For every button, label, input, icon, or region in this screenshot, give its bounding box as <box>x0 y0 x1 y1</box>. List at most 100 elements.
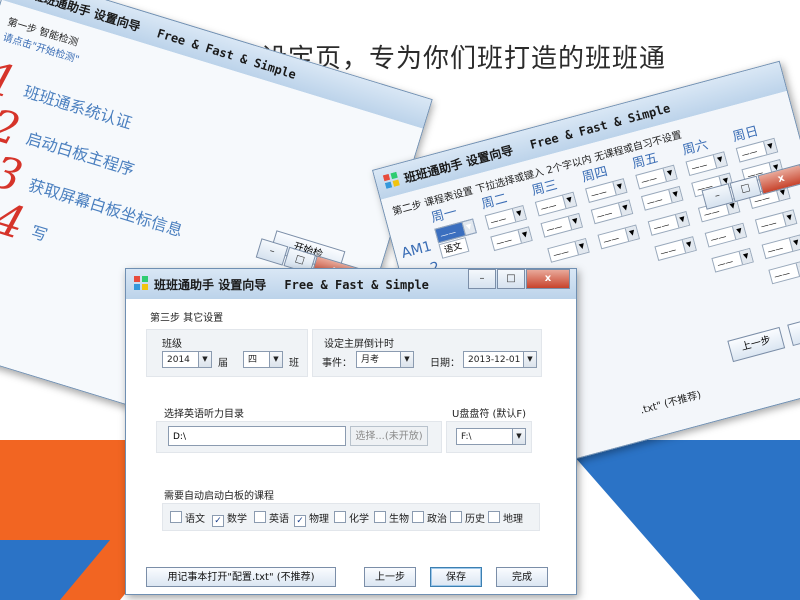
course-checkbox[interactable]: 地理 <box>488 510 523 525</box>
finish-button[interactable]: 完成 <box>496 567 548 587</box>
course-checkbox[interactable]: 语文 <box>170 510 205 525</box>
checkbox-box <box>254 511 266 523</box>
course-select[interactable]: —— ▼ <box>590 199 634 225</box>
checkmark-icon: ✓ <box>212 515 224 527</box>
course-name: 英语 <box>269 514 289 525</box>
course-checkbox[interactable]: 政治 <box>412 510 447 525</box>
title-bar[interactable]: 班班通助手 设置向导 Free & Fast & Simple – □ x <box>126 269 576 299</box>
maximize-button[interactable]: □ <box>497 269 525 289</box>
chevron-down-icon: ▼ <box>731 223 746 240</box>
chevron-down-icon: ▼ <box>517 227 532 243</box>
course-checkbox[interactable]: ✓ 数学 <box>212 510 247 527</box>
prev-step-button[interactable]: 上一步 <box>364 567 416 587</box>
chevron-down-icon: ▼ <box>511 206 526 222</box>
chevron-down-icon: ▼ <box>788 235 800 251</box>
chevron-down-icon: ▼ <box>400 352 413 367</box>
countdown-label: 设定主屏倒计时 <box>324 339 394 350</box>
open-config-notepad-button[interactable]: 用记事本打开"配置.txt" (不推荐) <box>146 567 336 587</box>
course-select[interactable]: ——▼ <box>754 209 798 235</box>
year-value: 2014 <box>167 355 190 365</box>
course-checkbox[interactable]: ✓ 物理 <box>294 510 329 527</box>
chevron-down-icon: ▼ <box>574 239 589 255</box>
year-select[interactable]: 2014 ▼ <box>162 351 212 368</box>
cell-value: —— <box>716 256 735 270</box>
wizard-label: 设置向导 <box>218 278 267 292</box>
course-name: 物理 <box>309 514 329 525</box>
cell-value: —— <box>690 160 709 174</box>
course-name: 生物 <box>389 514 409 525</box>
app-logo-icon <box>134 276 148 290</box>
checkbox-box <box>488 511 500 523</box>
event-label: 事件： <box>322 358 352 369</box>
cell-value: —— <box>602 233 621 247</box>
browse-button[interactable]: 选择...(未开放) <box>350 426 428 446</box>
app-logo-icon <box>382 171 400 189</box>
course-select[interactable]: ——▼ <box>597 224 640 250</box>
save-button[interactable]: 保存 <box>787 310 800 347</box>
prev-step-button[interactable]: 上一步 <box>727 326 786 363</box>
wizard-window-step3: 班班通助手 设置向导 Free & Fast & Simple – □ x 第三… <box>125 268 577 595</box>
course-name: 数学 <box>227 514 247 525</box>
cell-value: —— <box>766 243 785 257</box>
event-select[interactable]: 月考 ▼ <box>356 351 414 368</box>
cell-value: —— <box>539 200 558 214</box>
checkmark-icon: ✓ <box>294 515 306 527</box>
cell-value: —— <box>709 231 728 245</box>
checkbox-box <box>334 511 346 523</box>
course-checkbox[interactable]: 生物 <box>374 510 409 525</box>
save-button[interactable]: 保存 <box>430 567 482 587</box>
slogan: Free & Fast & Simple <box>284 278 429 292</box>
checkbox-box <box>170 511 182 523</box>
cell-value: —— <box>489 214 508 227</box>
course-select[interactable]: ——▼ <box>647 211 691 236</box>
close-button[interactable]: x <box>526 269 570 289</box>
cell-value: —— <box>740 146 759 160</box>
cell-value: —— <box>773 268 792 282</box>
step1-item-number: 4 <box>0 192 31 250</box>
course-select[interactable]: ——▼ <box>761 234 800 260</box>
cell-value: —— <box>589 187 608 201</box>
day-header: 周日 <box>731 123 761 146</box>
course-name: 地理 <box>503 514 523 525</box>
chevron-down-icon: ▼ <box>612 179 627 195</box>
step3-content: 第三步 其它设置 班级 2014 ▼ 届 四 ▼ 班 设定主屏倒计时 事件： 月… <box>126 299 576 594</box>
chevron-down-icon: ▼ <box>624 225 639 242</box>
course-select[interactable]: ——▼ <box>768 259 800 285</box>
cell-value: —— <box>659 245 678 259</box>
course-select[interactable]: ——▼ <box>490 226 533 252</box>
course-select[interactable]: ——▼ <box>704 222 748 248</box>
cell-value: —— <box>640 173 658 187</box>
checkbox-box <box>374 511 386 523</box>
course-select[interactable]: ——▼ <box>654 236 697 261</box>
date-label: 日期： <box>430 358 460 369</box>
chevron-down-icon: ▼ <box>675 212 689 228</box>
chevron-down-icon: ▼ <box>662 165 677 182</box>
chevron-down-icon: ▼ <box>681 237 696 253</box>
course-select[interactable]: ——▼ <box>540 212 584 238</box>
listening-dir-input[interactable]: D:\ <box>168 426 346 446</box>
step3-heading: 第三步 其它设置 <box>150 313 224 324</box>
cell-value: —— <box>645 194 664 208</box>
chevron-down-icon: ▼ <box>562 192 577 209</box>
cell-value: —— <box>595 208 614 222</box>
minimize-button[interactable]: – <box>468 269 496 289</box>
course-name: 语文 <box>185 514 205 525</box>
chevron-down-icon: ▼ <box>618 200 633 217</box>
checkbox-box <box>450 511 462 523</box>
app-title: 班班通助手 <box>154 278 215 292</box>
class-label: 班级 <box>162 339 182 350</box>
listening-dir-label: 选择英语听力目录 <box>164 409 244 420</box>
course-checkbox[interactable]: 英语 <box>254 510 289 525</box>
cell-value: —— <box>439 227 458 241</box>
usb-drive-select[interactable]: F:\ ▼ <box>456 428 526 445</box>
course-checkbox[interactable]: 化学 <box>334 510 369 525</box>
date-picker[interactable]: 2013-12-01 ▼ <box>463 351 537 368</box>
course-select[interactable]: ——▼ <box>547 237 590 263</box>
window-title: 班班通助手 设置向导 Free & Fast & Simple <box>154 276 429 293</box>
course-select[interactable]: —— ▼ <box>640 185 684 211</box>
chevron-down-icon: ▼ <box>668 187 683 203</box>
course-select[interactable]: ——▼ <box>711 247 754 273</box>
chevron-down-icon: ▼ <box>763 138 778 155</box>
class-number-select[interactable]: 四 ▼ <box>243 351 283 368</box>
course-checkbox[interactable]: 历史 <box>450 510 485 525</box>
